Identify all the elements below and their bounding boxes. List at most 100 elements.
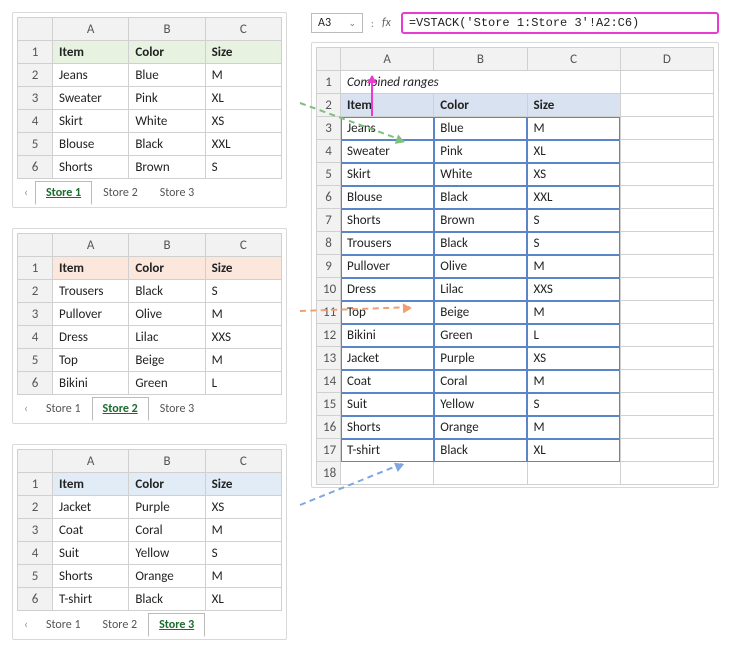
header-cell[interactable]: Size [205, 41, 281, 64]
cell[interactable]: Jacket [53, 496, 129, 519]
row-header[interactable]: 3 [18, 303, 53, 326]
row-header[interactable]: 17 [317, 439, 341, 462]
cell[interactable] [620, 393, 713, 416]
header-cell[interactable]: Item [53, 473, 129, 496]
row-header[interactable]: 18 [317, 462, 341, 485]
cell[interactable] [620, 140, 713, 163]
cell[interactable]: Jeans [53, 64, 129, 87]
cell[interactable]: XS [527, 163, 620, 186]
cell[interactable]: Dress [53, 326, 129, 349]
cell[interactable]: Trousers [53, 280, 129, 303]
cell[interactable] [620, 186, 713, 209]
col-header-C[interactable]: C [205, 234, 281, 257]
cell[interactable]: M [527, 117, 620, 140]
cell[interactable]: T-shirt [53, 588, 129, 611]
tab-nav-prev-icon[interactable]: ‹ [17, 618, 35, 632]
name-box[interactable]: A3 ⌄ [311, 13, 363, 33]
cell[interactable]: Skirt [53, 110, 129, 133]
cell[interactable]: S [527, 209, 620, 232]
row-header[interactable]: 3 [317, 117, 341, 140]
cell[interactable]: Yellow [129, 542, 205, 565]
header-cell[interactable]: Item [53, 257, 129, 280]
cell[interactable]: S [205, 542, 281, 565]
cell[interactable] [620, 209, 713, 232]
row-header[interactable]: 6 [18, 588, 53, 611]
cell[interactable]: Bikini [53, 372, 129, 395]
sheet-tab[interactable]: Store 1 [35, 181, 92, 205]
cell[interactable]: Pullover [53, 303, 129, 326]
cell[interactable]: Black [434, 232, 527, 255]
cell[interactable]: Yellow [434, 393, 527, 416]
cell[interactable] [434, 462, 527, 485]
select-all-corner[interactable] [18, 234, 53, 257]
cell[interactable]: Orange [129, 565, 205, 588]
cell[interactable]: Black [434, 186, 527, 209]
row-header[interactable]: 12 [317, 324, 341, 347]
cell[interactable]: Trousers [341, 232, 434, 255]
sheet-tab[interactable]: Store 2 [92, 613, 149, 637]
cell[interactable]: M [527, 416, 620, 439]
cell[interactable]: M [527, 370, 620, 393]
row-header[interactable]: 5 [18, 133, 53, 156]
cell[interactable]: XXL [205, 133, 281, 156]
cell[interactable]: Blouse [341, 186, 434, 209]
cell[interactable]: Coral [129, 519, 205, 542]
cell[interactable]: T-shirt [341, 439, 434, 462]
select-all-corner[interactable] [317, 48, 341, 71]
cell[interactable]: Shorts [341, 209, 434, 232]
cell[interactable]: White [129, 110, 205, 133]
sheet-tab[interactable]: Store 3 [148, 613, 205, 637]
cell[interactable]: Olive [434, 255, 527, 278]
col-header-A[interactable]: A [53, 18, 129, 41]
cell[interactable]: Lilac [129, 326, 205, 349]
cell[interactable]: L [527, 324, 620, 347]
cell[interactable]: XXL [527, 186, 620, 209]
cell[interactable]: M [205, 519, 281, 542]
cell[interactable] [620, 117, 713, 140]
sheet-tab[interactable]: Store 2 [92, 397, 149, 421]
row-header[interactable]: 16 [317, 416, 341, 439]
row-header[interactable]: 1 [18, 257, 53, 280]
cell[interactable]: Skirt [341, 163, 434, 186]
cell[interactable] [620, 370, 713, 393]
cell[interactable]: XXS [205, 326, 281, 349]
cell[interactable] [527, 462, 620, 485]
col-header-A[interactable]: A [53, 234, 129, 257]
cell[interactable]: XS [205, 496, 281, 519]
cell[interactable]: Beige [434, 301, 527, 324]
row-header[interactable]: 6 [18, 372, 53, 395]
cell[interactable]: Brown [434, 209, 527, 232]
tab-nav-prev-icon[interactable]: ‹ [17, 186, 35, 200]
grid-store1[interactable]: ABC1ItemColorSize2JeansBlueM3SweaterPink… [17, 17, 282, 179]
cell[interactable]: Lilac [434, 278, 527, 301]
cell[interactable]: Suit [341, 393, 434, 416]
cell[interactable]: Pullover [341, 255, 434, 278]
cell[interactable]: Purple [129, 496, 205, 519]
col-header-B[interactable]: B [129, 18, 205, 41]
cell[interactable]: Beige [129, 349, 205, 372]
cell[interactable]: S [527, 232, 620, 255]
cell[interactable]: M [205, 303, 281, 326]
cell[interactable]: Pink [129, 87, 205, 110]
col-header-D[interactable]: D [620, 48, 713, 71]
select-all-corner[interactable] [18, 450, 53, 473]
cell[interactable] [620, 255, 713, 278]
cell[interactable]: Purple [434, 347, 527, 370]
cell[interactable]: Blouse [53, 133, 129, 156]
cell[interactable]: Bikini [341, 324, 434, 347]
row-header[interactable]: 15 [317, 393, 341, 416]
row-header[interactable]: 2 [18, 64, 53, 87]
row-header[interactable]: 2 [18, 496, 53, 519]
cell[interactable]: Orange [434, 416, 527, 439]
header-cell[interactable]: Color [129, 473, 205, 496]
cell[interactable]: M [527, 255, 620, 278]
cell[interactable]: Shorts [341, 416, 434, 439]
formula-bar[interactable]: =VSTACK('Store 1:Store 3'!A2:C6) [401, 12, 719, 34]
result-grid[interactable]: ABCD1Combined ranges2ItemColorSize3Jeans… [316, 47, 714, 485]
combined-title[interactable]: Combined ranges [341, 71, 621, 94]
row-header[interactable]: 5 [18, 349, 53, 372]
header-cell[interactable]: Item [341, 94, 434, 117]
row-header[interactable]: 6 [317, 186, 341, 209]
cell[interactable]: Jacket [341, 347, 434, 370]
cell[interactable]: XL [527, 439, 620, 462]
